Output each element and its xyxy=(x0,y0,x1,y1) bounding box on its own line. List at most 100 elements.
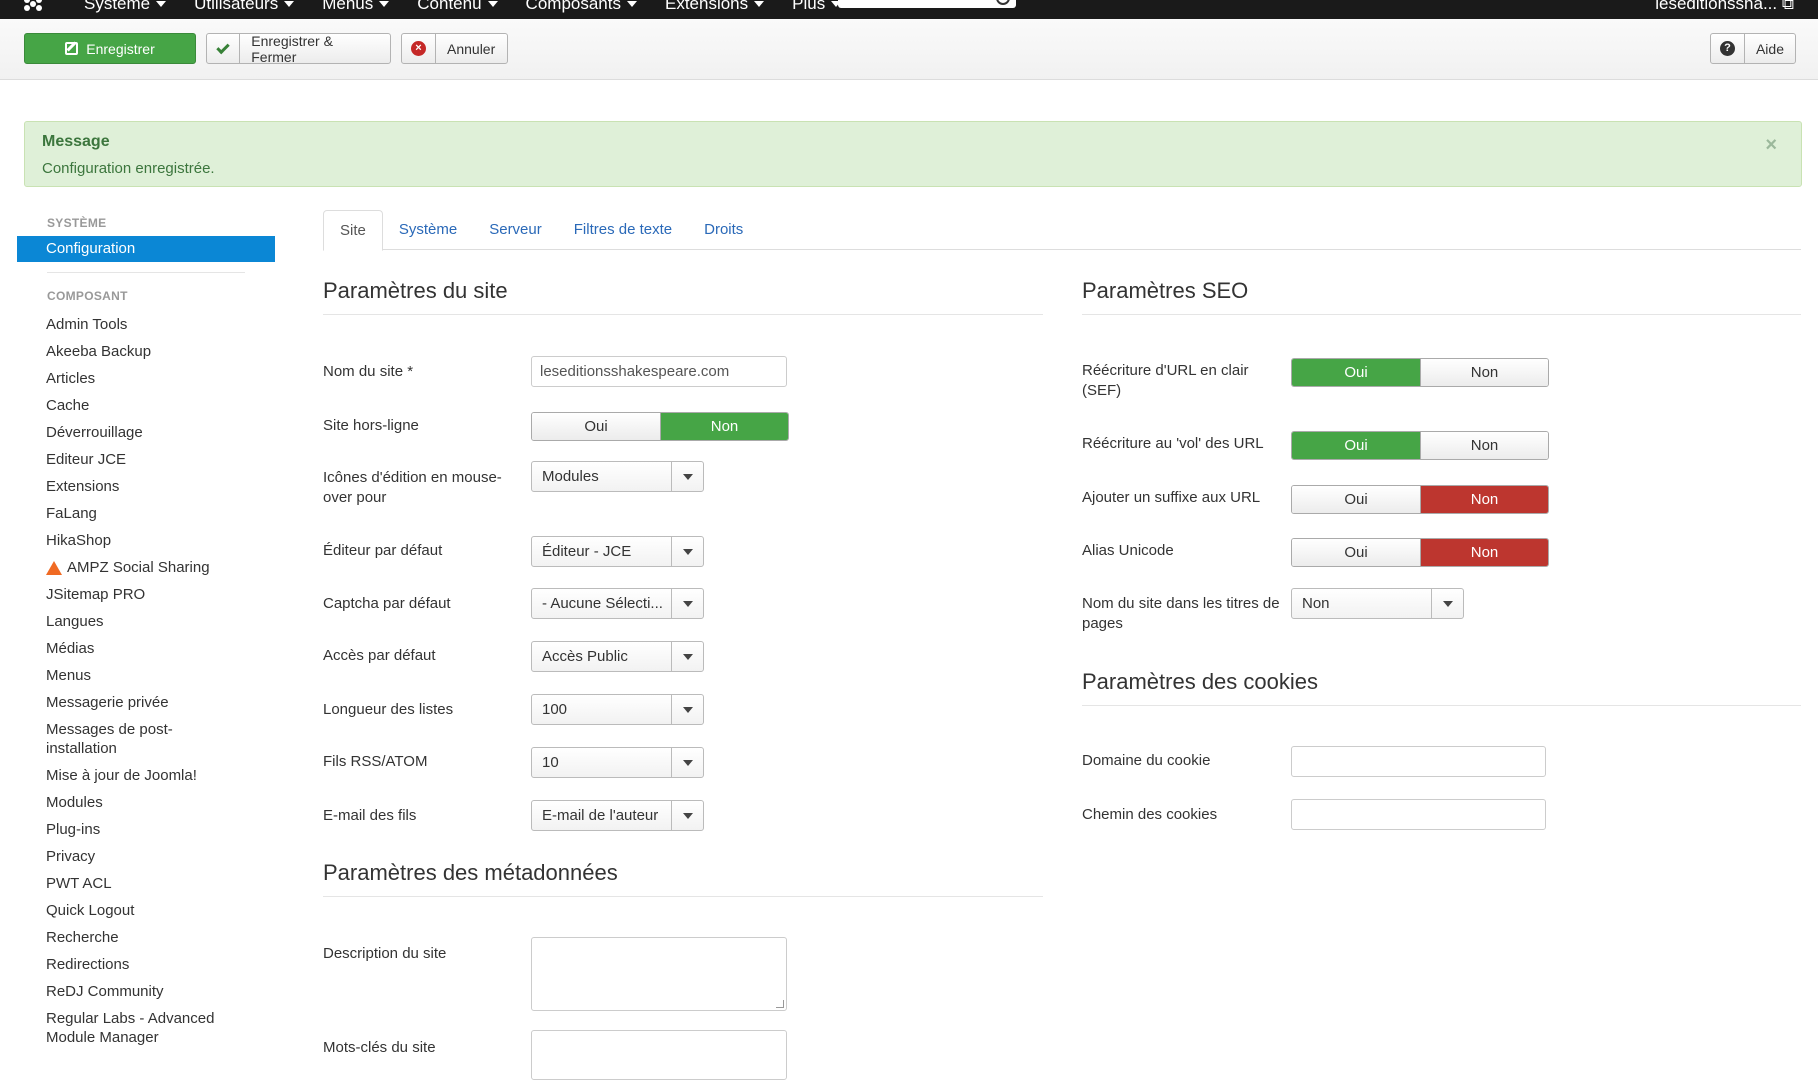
sidebar-item[interactable]: Messages de post-installation xyxy=(17,720,217,758)
menu-utilisateurs[interactable]: Utilisateurs xyxy=(180,0,308,14)
cancel-label: Annuler xyxy=(447,40,496,57)
sidebar-item[interactable]: Recherche xyxy=(17,928,275,947)
sidebar-item[interactable]: Médias xyxy=(17,639,275,658)
sidebar-item-ampz[interactable]: AMPZ Social Sharing xyxy=(17,558,275,577)
sidebar-item[interactable]: FaLang xyxy=(17,504,275,523)
sidebar-item[interactable]: HikaShop xyxy=(17,531,275,550)
sidebar-item[interactable]: Cache xyxy=(17,396,275,415)
menu-label: Plus xyxy=(792,0,826,13)
sidebar-item[interactable]: Quick Logout xyxy=(17,901,275,920)
select-value: 10 xyxy=(542,754,559,771)
save-button[interactable]: Enregistrer xyxy=(24,33,196,64)
tab-filtres[interactable]: Filtres de texte xyxy=(558,210,688,250)
caret-down-icon xyxy=(487,1,498,7)
suffix-no-option[interactable]: Non xyxy=(1420,486,1548,513)
field-label: Chemin des cookies xyxy=(1082,806,1218,823)
menu-systeme[interactable]: Système xyxy=(70,0,180,14)
site-description-textarea[interactable] xyxy=(531,937,787,1011)
joomla-logo-icon[interactable] xyxy=(22,0,44,13)
rewrite-yes-option[interactable]: Oui xyxy=(1292,432,1420,459)
captcha-select[interactable]: - Aucune Sélecti... xyxy=(531,588,704,619)
top-search-input[interactable] xyxy=(838,0,1016,8)
field-label: Domaine du cookie xyxy=(1082,752,1211,769)
sidebar-item[interactable]: PWT ACL xyxy=(17,874,275,893)
check-icon-wrap xyxy=(207,34,241,63)
sidebar-item[interactable]: Extensions xyxy=(17,477,275,496)
sidebar-item[interactable]: Articles xyxy=(17,369,275,388)
sidebar-item[interactable]: Langues xyxy=(17,612,275,631)
chevron-down-icon xyxy=(671,462,703,491)
sidebar-item[interactable]: Modules xyxy=(17,793,275,812)
field-label: Nom du site dans les titres de pages xyxy=(1082,595,1280,632)
search-icon[interactable] xyxy=(996,0,1010,5)
site-name-input[interactable]: leseditionsshakespeare.com xyxy=(531,356,787,387)
caret-down-icon xyxy=(284,1,295,7)
rss-select[interactable]: 10 xyxy=(531,747,704,778)
tab-serveur[interactable]: Serveur xyxy=(473,210,558,250)
suffix-yes-option[interactable]: Oui xyxy=(1292,486,1420,513)
access-select[interactable]: Accès Public xyxy=(531,641,704,672)
suffix-toggle: Oui Non xyxy=(1291,485,1549,514)
feed-email-select[interactable]: E-mail de l'auteur xyxy=(531,800,704,831)
tab-droits[interactable]: Droits xyxy=(688,210,759,250)
menu-extensions[interactable]: Extensions xyxy=(651,0,778,14)
menu-contenu[interactable]: Contenu xyxy=(403,0,511,14)
offline-toggle: Oui Non xyxy=(531,412,789,441)
sidebar-item[interactable]: Akeeba Backup xyxy=(17,342,275,361)
menu-composants[interactable]: Composants xyxy=(512,0,651,14)
list-length-select[interactable]: 100 xyxy=(531,694,704,725)
top-menu: Système Utilisateurs Menus Contenu Compo… xyxy=(70,0,855,14)
menu-menus[interactable]: Menus xyxy=(308,0,403,14)
field-label: Réécriture d'URL en clair (SEF) xyxy=(1082,362,1249,399)
ampz-logo-icon xyxy=(46,560,62,575)
check-icon xyxy=(216,40,230,54)
field-label: Accès par défaut xyxy=(323,647,436,664)
unicode-yes-option[interactable]: Oui xyxy=(1292,539,1420,566)
hover-icons-select[interactable]: Modules xyxy=(531,461,704,492)
field-label: E-mail des fils xyxy=(323,807,417,824)
help-button[interactable]: ? Aide xyxy=(1710,33,1796,64)
sidebar-item[interactable]: Admin Tools xyxy=(17,315,275,334)
close-icon[interactable]: × xyxy=(1765,134,1777,157)
sidebar-item[interactable]: Plug-ins xyxy=(17,820,275,839)
offline-yes-option[interactable]: Oui xyxy=(532,413,660,440)
sidebar-item[interactable]: Redirections xyxy=(17,955,275,974)
user-site-link[interactable]: leseditionssha... ⧉ xyxy=(1655,0,1794,14)
cookie-domain-input[interactable] xyxy=(1291,746,1546,777)
site-keywords-textarea[interactable] xyxy=(531,1030,787,1080)
sef-yes-option[interactable]: Oui xyxy=(1292,359,1420,386)
cancel-icon: × xyxy=(411,41,426,56)
select-value: Modules xyxy=(542,468,599,485)
select-value: Éditeur - JCE xyxy=(542,543,632,560)
field-label: Captcha par défaut xyxy=(323,595,451,612)
select-value: E-mail de l'auteur xyxy=(542,807,659,824)
sidebar-item[interactable]: Déverrouillage xyxy=(17,423,275,442)
sef-no-option[interactable]: Non xyxy=(1420,359,1548,386)
sidebar-item[interactable]: Mise à jour de Joomla! xyxy=(17,766,275,785)
offline-no-option[interactable]: Non xyxy=(660,413,788,440)
sidebar-item[interactable]: Messagerie privée xyxy=(17,693,275,712)
sidebar-item[interactable]: ReDJ Community xyxy=(17,982,275,1001)
tab-systeme[interactable]: Système xyxy=(383,210,473,250)
sidebar: SYSTÈME Configuration COMPOSANT Admin To… xyxy=(17,210,275,1055)
cookie-path-input[interactable] xyxy=(1291,799,1546,830)
cancel-button[interactable]: × Annuler xyxy=(401,33,508,64)
section-title-cookies: Paramètres des cookies xyxy=(1082,669,1801,706)
sidebar-item-configuration[interactable]: Configuration xyxy=(17,236,275,262)
resize-handle[interactable] xyxy=(776,1000,784,1008)
sidebar-item[interactable]: Menus xyxy=(17,666,275,685)
select-value: 100 xyxy=(542,701,568,718)
sidebar-item[interactable]: Regular Labs - Advanced Module Manager xyxy=(17,1009,217,1047)
sidebar-item[interactable]: Privacy xyxy=(17,847,275,866)
menu-label: Système xyxy=(84,0,151,13)
sidebar-item[interactable]: Editeur JCE xyxy=(17,450,275,469)
editor-select[interactable]: Éditeur - JCE xyxy=(531,536,704,567)
rewrite-no-option[interactable]: Non xyxy=(1420,432,1548,459)
sitename-in-title-select[interactable]: Non xyxy=(1291,588,1464,619)
save-close-button[interactable]: Enregistrer & Fermer xyxy=(206,33,391,65)
field-label: Ajouter un suffixe aux URL xyxy=(1082,489,1261,506)
menu-label: Utilisateurs xyxy=(194,0,279,13)
tab-site[interactable]: Site xyxy=(323,210,383,251)
unicode-no-option[interactable]: Non xyxy=(1420,539,1548,566)
sidebar-item[interactable]: JSitemap PRO xyxy=(17,585,275,604)
